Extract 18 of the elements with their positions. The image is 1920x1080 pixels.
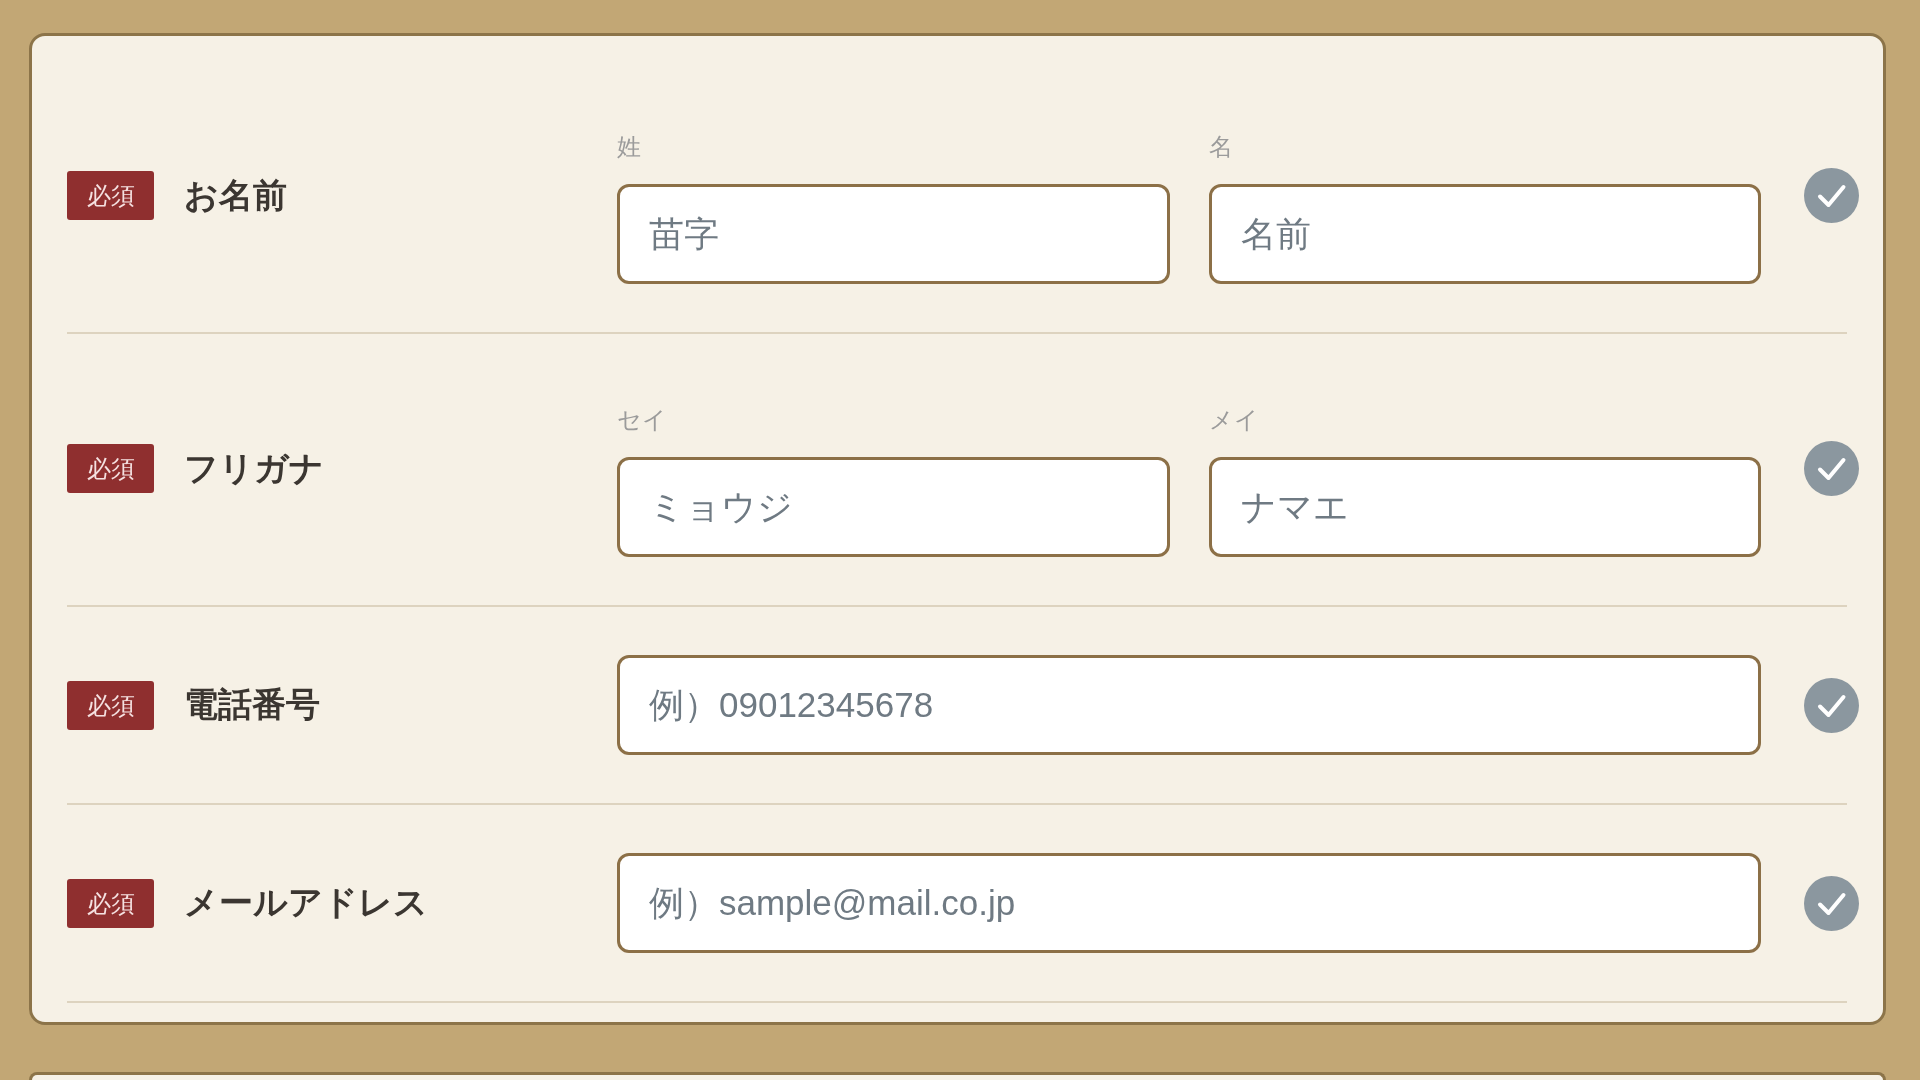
field-label: フリガナ: [184, 447, 324, 489]
field-label: お名前: [184, 174, 287, 216]
field-caption: メイ: [1208, 405, 1259, 435]
text-input[interactable]: 例）sample@mail.co.jp: [617, 853, 1761, 953]
field-caption: セイ: [617, 405, 667, 435]
required-badge: 必須: [67, 878, 154, 928]
required-badge: 必須: [67, 171, 154, 220]
field-label: メールアドレス: [184, 882, 428, 923]
required-badge: 必須: [67, 444, 154, 493]
field-caption: 名: [1208, 132, 1233, 162]
field-label: 電話番号: [184, 684, 320, 725]
text-input[interactable]: 苗字: [617, 184, 1170, 284]
field-caption: 姓: [617, 132, 641, 162]
text-input[interactable]: ミョウジ: [617, 457, 1170, 557]
text-input[interactable]: ナマエ: [1208, 457, 1761, 557]
text-input[interactable]: 例）09012345678: [617, 655, 1761, 755]
required-badge: 必須: [67, 680, 154, 730]
text-input[interactable]: 名前: [1208, 184, 1761, 284]
